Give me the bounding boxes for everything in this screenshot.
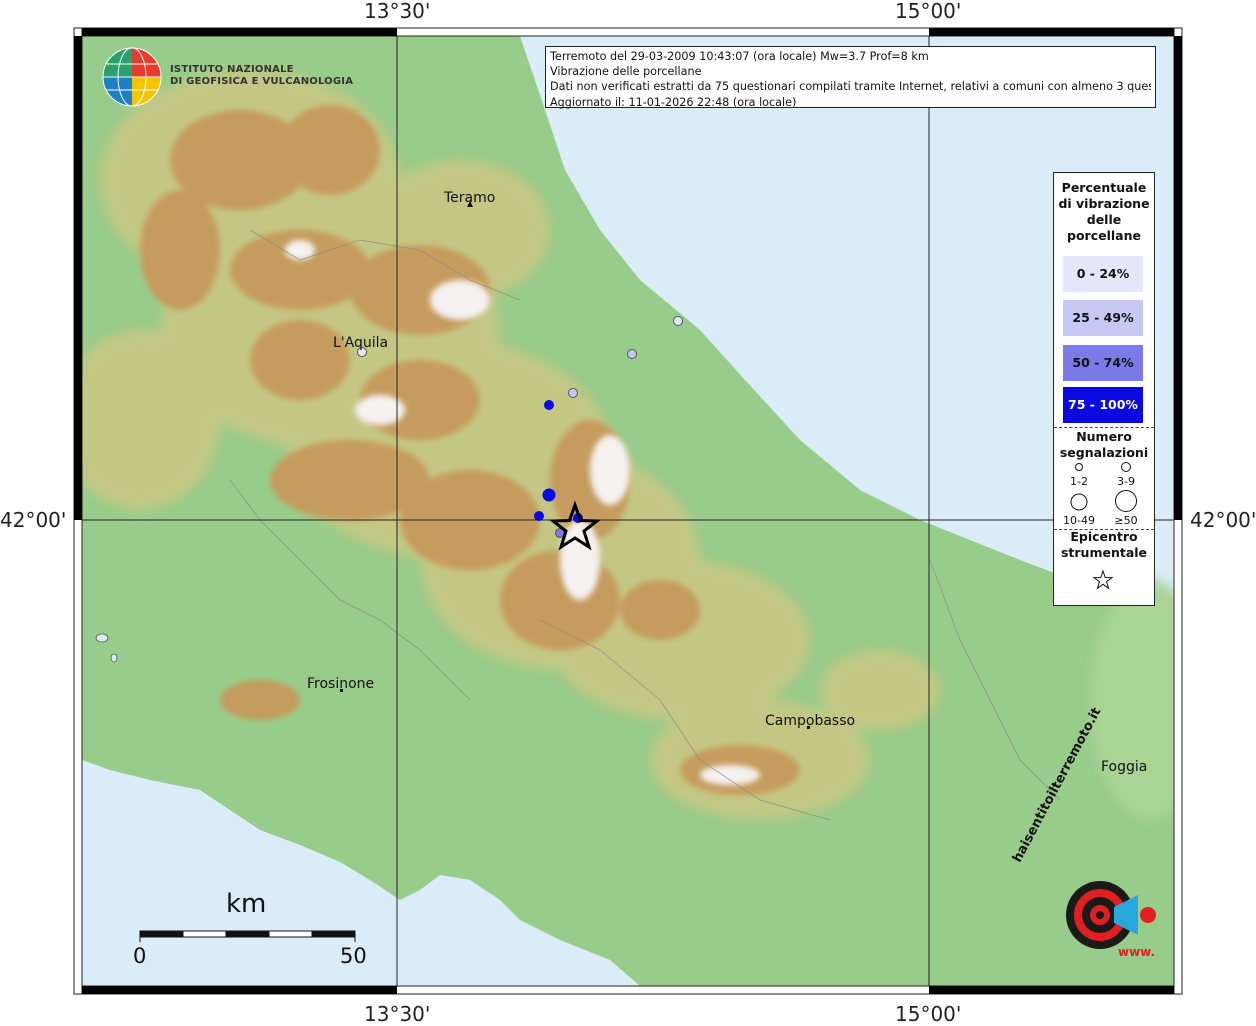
coord-top-left: 13°30' bbox=[364, 0, 431, 23]
legend-title-line: porcellane bbox=[1067, 228, 1141, 243]
data-point bbox=[534, 511, 544, 521]
event-info-title: Vibrazione delle porcellane bbox=[550, 65, 702, 79]
coord-bottom-right: 15°00' bbox=[895, 1002, 962, 1026]
terrain bbox=[82, 36, 1174, 986]
size-label: 10-49 bbox=[1063, 514, 1095, 527]
legend-title-line: di vibrazione bbox=[1058, 196, 1150, 211]
scale-end: 50 bbox=[340, 944, 367, 968]
size-label: 1-2 bbox=[1070, 475, 1088, 488]
coord-bottom-left: 13°30' bbox=[364, 1002, 431, 1026]
data-point bbox=[568, 388, 578, 398]
coord-left: 42°00' bbox=[0, 508, 67, 532]
city-label-frosinone: Frosinone bbox=[307, 676, 375, 692]
legend-epicenter-title-line: Epicentro bbox=[1070, 529, 1138, 544]
legend-class-3: 75 - 100% bbox=[1063, 387, 1143, 423]
logo-line-1: ISTITUTO NAZIONALE bbox=[170, 64, 294, 75]
legend-title-line: delle bbox=[1086, 212, 1122, 227]
data-point bbox=[542, 488, 556, 502]
size-symbol-large bbox=[1070, 493, 1088, 511]
size-symbol-small bbox=[1075, 463, 1083, 471]
ingv-logo-text: ISTITUTO NAZIONALE DI GEOFISICA E VULCAN… bbox=[170, 64, 353, 88]
size-symbols bbox=[1070, 462, 1137, 512]
event-info-box: Terremoto del 29-03-2009 10:43:07 (ora l… bbox=[545, 46, 1156, 109]
data-point bbox=[673, 316, 683, 326]
size-label: 3-9 bbox=[1117, 475, 1135, 488]
legend-class-2: 50 - 74% bbox=[1063, 345, 1143, 381]
logo-line-2: DI GEOFISICA E VULCANOLOGIA bbox=[170, 76, 354, 87]
legend-epicenter-title-line: strumentale bbox=[1060, 545, 1148, 560]
coord-top-right: 15°00' bbox=[895, 0, 962, 23]
event-info-line: Terremoto del 29-03-2009 10:43:07 (ora l… bbox=[550, 50, 929, 63]
legend-title: Percentuale di vibrazione delle porcella… bbox=[1054, 180, 1154, 244]
city-label-campobasso: Campobasso bbox=[765, 713, 856, 729]
legend-count-title: Numero segnalazioni bbox=[1054, 429, 1154, 461]
ingv-logo-icon bbox=[102, 47, 162, 107]
legend-count-title-line: Numero bbox=[1076, 429, 1132, 444]
data-point bbox=[627, 349, 637, 359]
legend-title-line: Percentuale bbox=[1061, 180, 1147, 195]
brand-url: www. bbox=[1118, 945, 1156, 959]
coord-right: 42°00' bbox=[1190, 508, 1256, 532]
legend-class-0: 0 - 24% bbox=[1063, 256, 1143, 292]
city-label-teramo: Teramo bbox=[444, 190, 496, 206]
legend-box: Percentuale di vibrazione delle porcella… bbox=[1053, 172, 1155, 606]
legend-class-1: 25 - 49% bbox=[1063, 300, 1143, 336]
event-info-note: Dati non verificati estratti da 75 quest… bbox=[550, 80, 1151, 94]
scale-unit: km bbox=[226, 889, 267, 919]
city-label-laquila: L'Aquila bbox=[333, 335, 389, 351]
size-symbol-medium bbox=[1121, 462, 1131, 472]
legend-separator bbox=[1054, 427, 1154, 428]
scale-start: 0 bbox=[133, 944, 147, 968]
event-info-updated: Aggiornato il: 11-01-2026 22:48 (ora loc… bbox=[550, 95, 797, 109]
data-point bbox=[544, 400, 554, 410]
city-label-foggia: Foggia bbox=[1101, 759, 1148, 775]
legend-star-icon bbox=[1092, 569, 1114, 590]
legend-epicenter-title: Epicentro strumentale bbox=[1054, 529, 1154, 561]
size-symbol-xlarge bbox=[1115, 490, 1137, 512]
size-label: ≥50 bbox=[1114, 514, 1138, 527]
